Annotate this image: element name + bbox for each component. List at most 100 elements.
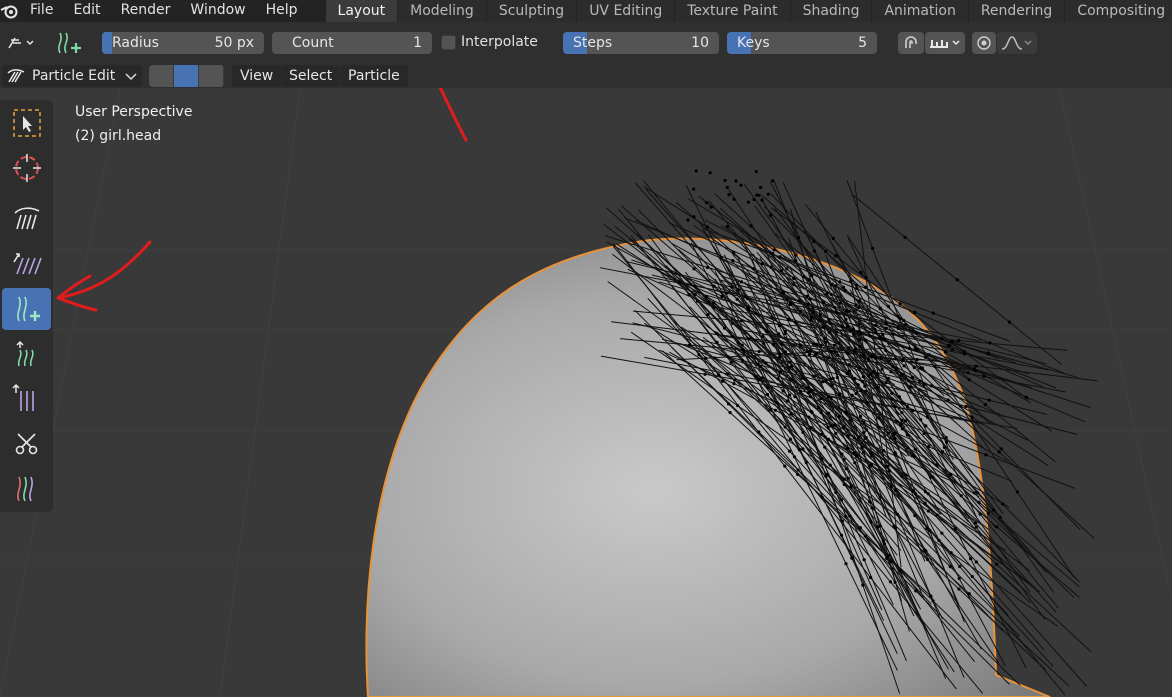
hair-key-point[interactable] [899,316,903,321]
hair-key-point[interactable] [856,306,861,310]
hair-key-point[interactable] [778,352,782,356]
hair-key-point[interactable] [812,239,816,243]
hair-key-point[interactable] [943,350,948,354]
hair-key-point[interactable] [841,285,846,289]
hair-key-point[interactable] [834,431,838,436]
hair-key-point[interactable] [798,343,802,347]
hair-key-point[interactable] [771,179,775,183]
hair-key-point[interactable] [869,372,873,376]
hair-key-point[interactable] [846,476,850,480]
hair-key-point[interactable] [789,378,793,382]
hair-key-point[interactable] [846,434,850,439]
hair-key-point[interactable] [903,235,907,239]
hair-key-point[interactable] [823,445,827,449]
hair-key-point[interactable] [827,411,831,415]
hair-key-point[interactable] [835,330,839,334]
steps-field[interactable]: Steps 10 [563,32,719,54]
hair-key-point[interactable] [810,411,814,415]
hair-key-point[interactable] [715,340,719,344]
particle-menu[interactable]: Particle [340,65,408,87]
hair-key-point[interactable] [941,450,945,454]
hair-key-point[interactable] [783,425,787,429]
hair-key-point[interactable] [848,329,852,333]
hair-key-point[interactable] [778,255,782,259]
tip-select-mode[interactable] [199,65,224,87]
hair-key-point[interactable] [884,348,888,353]
hair-key-point[interactable] [850,393,854,397]
tool-length[interactable] [2,333,51,375]
hair-key-point[interactable] [807,278,811,282]
hair-key-point[interactable] [966,371,970,375]
hair-key-point[interactable] [925,415,930,419]
hair-key-point[interactable] [757,193,761,197]
hair-key-point[interactable] [740,358,745,363]
hair-key-point[interactable] [755,362,759,366]
hair-key-point[interactable] [809,426,813,430]
hair-key-point[interactable] [892,431,897,436]
hair-key-point[interactable] [820,495,824,499]
hair-key-point[interactable] [731,334,735,339]
hair-key-point[interactable] [833,350,837,354]
hair-key-point[interactable] [822,300,826,305]
hair-key-point[interactable] [868,334,872,338]
hair-key-point[interactable] [958,564,962,569]
hair-key-point[interactable] [973,521,978,525]
hair-key-point[interactable] [712,356,717,360]
hair-key-point[interactable] [849,484,853,489]
hair-key-point[interactable] [891,332,895,336]
hair-key-point[interactable] [861,450,866,454]
hair-key-point[interactable] [808,394,812,399]
hair-key-point[interactable] [810,274,814,278]
hair-key-point[interactable] [720,379,724,383]
hair-key-point[interactable] [771,251,775,256]
orientation-dropdown[interactable] [2,32,38,54]
hair-key-point[interactable] [766,192,770,196]
hair-key-point[interactable] [797,448,802,452]
hair-key-point[interactable] [783,329,787,333]
hair-key-point[interactable] [742,349,746,353]
hair-key-point[interactable] [926,492,930,496]
hair-key-point[interactable] [969,557,973,561]
hair-key-point[interactable] [838,280,842,284]
tool-comb[interactable] [2,198,51,240]
hair-key-point[interactable] [858,299,862,303]
tool-add[interactable] [2,288,51,330]
hair-key-point[interactable] [785,297,789,301]
hair-key-point[interactable] [832,343,836,348]
count-field[interactable]: Count 1 [272,32,432,54]
hair-key-point[interactable] [948,565,952,569]
hair-key-point[interactable] [837,414,842,418]
hair-key-point[interactable] [692,215,696,219]
hair-key-point[interactable] [914,348,919,352]
hair-key-point[interactable] [734,179,738,183]
hair-key-point[interactable] [876,372,880,376]
hair-key-point[interactable] [894,367,898,371]
hair-key-point[interactable] [922,382,926,386]
hair-key-point[interactable] [862,558,866,562]
hair-key-point[interactable] [760,262,764,266]
hair-key-point[interactable] [1007,320,1012,324]
hair-key-point[interactable] [972,491,977,495]
hair-key-point[interactable] [823,340,828,345]
hair-key-point[interactable] [749,224,753,228]
hair-key-point[interactable] [863,338,868,342]
hair-key-point[interactable] [900,427,904,431]
tab-texture-paint[interactable]: Texture Paint [675,0,790,22]
hair-key-point[interactable] [697,353,701,357]
hair-key-point[interactable] [867,500,872,504]
hair-key-point[interactable] [827,330,831,335]
hair-key-point[interactable] [926,557,930,562]
interpolate-checkbox[interactable] [441,35,456,50]
hair-key-point[interactable] [834,490,838,495]
hair-key-point[interactable] [731,251,736,255]
hair-key-point[interactable] [773,408,778,412]
hair-key-point[interactable] [724,291,728,295]
hair-key-point[interactable] [864,275,868,280]
hair-key-point[interactable] [988,341,992,345]
blender-logo-icon[interactable] [0,0,20,22]
hair-key-point[interactable] [882,337,886,341]
hair-key-point[interactable] [792,282,796,287]
hair-key-point[interactable] [723,178,727,182]
hair-key-point[interactable] [907,379,911,383]
hair-key-point[interactable] [730,285,734,289]
